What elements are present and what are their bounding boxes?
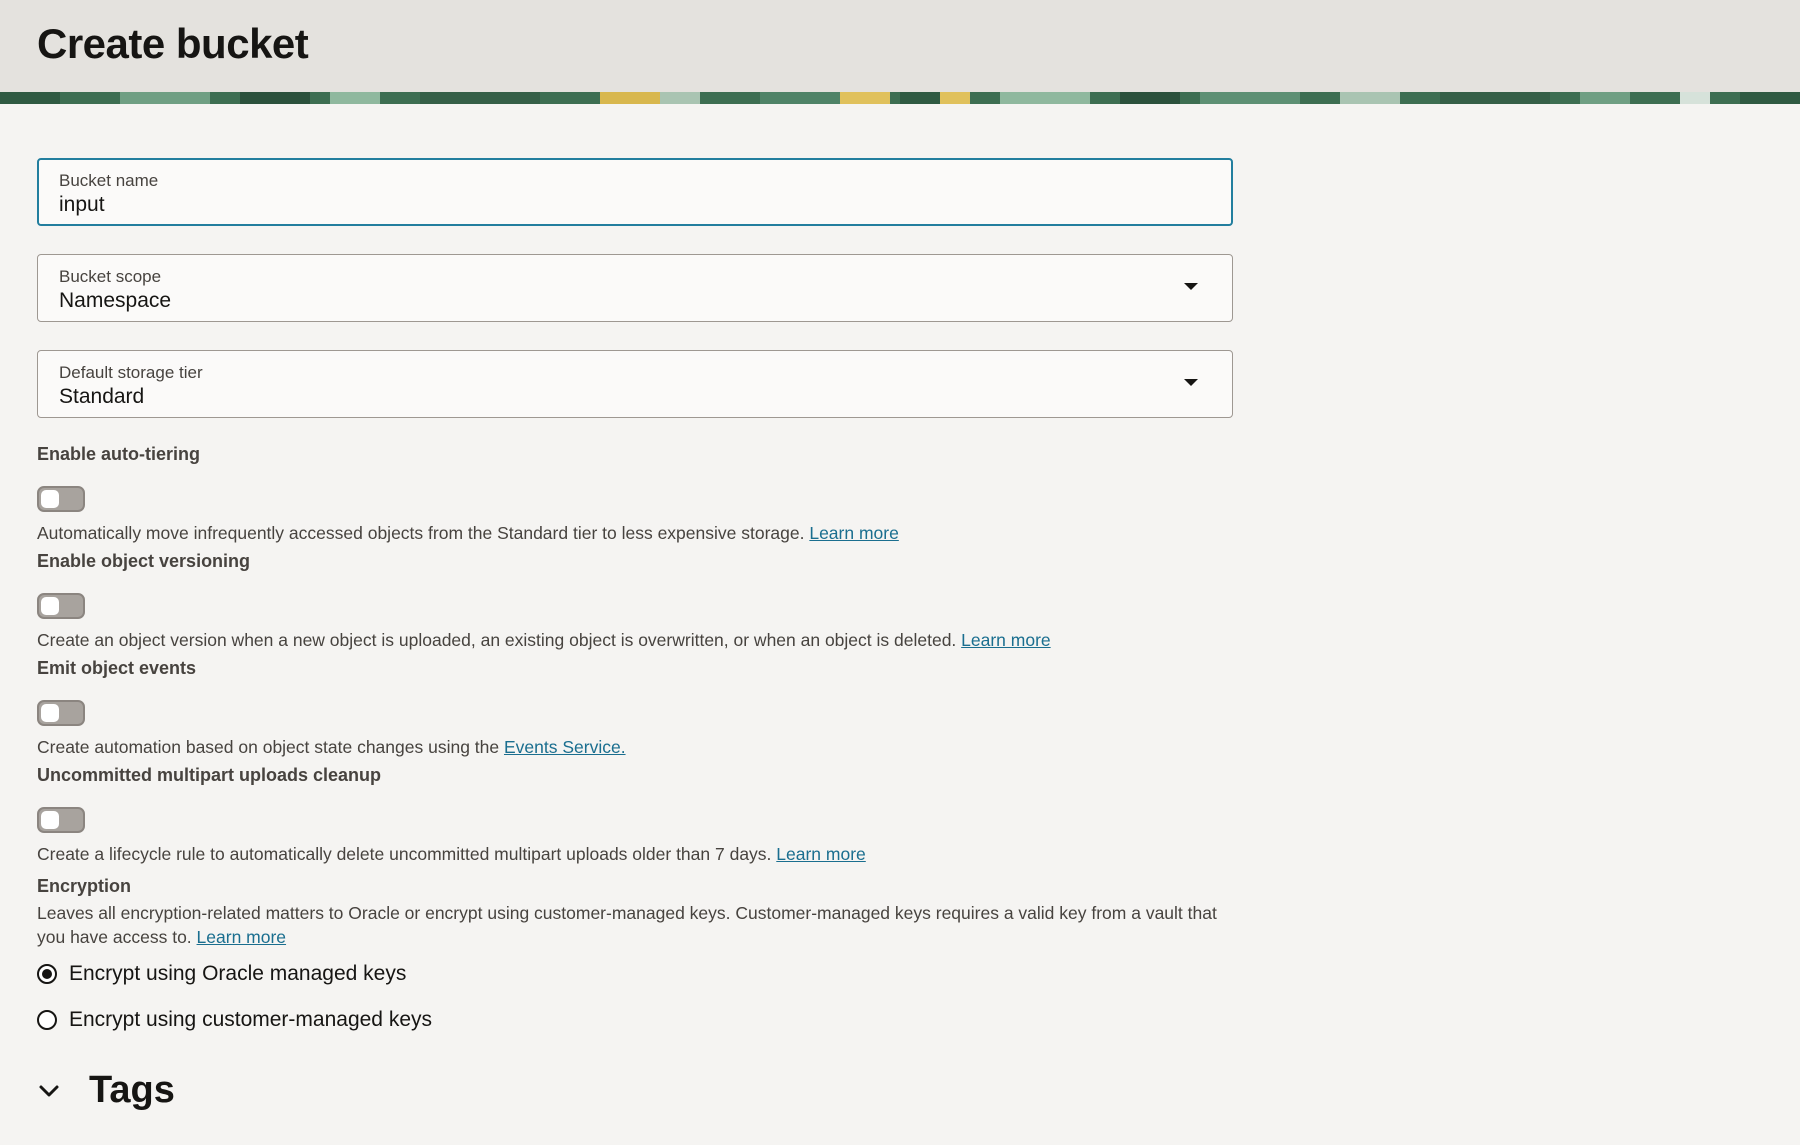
multipart-cleanup-help-text: Create a lifecycle rule to automatically…	[37, 844, 777, 864]
multipart-cleanup-help: Create a lifecycle rule to automatically…	[37, 843, 1233, 865]
radio-button-selected[interactable]	[37, 964, 57, 984]
multipart-cleanup-learn-more-link[interactable]: Learn more	[776, 844, 866, 864]
storage-tier-label: Default storage tier	[59, 363, 203, 382]
page-header: Create bucket	[0, 0, 1800, 104]
multipart-cleanup-toggle[interactable]	[37, 807, 85, 833]
bucket-scope-label: Bucket scope	[59, 267, 162, 286]
auto-tiering-toggle[interactable]	[37, 486, 85, 512]
storage-tier-select[interactable]: Default storage tier Standard	[37, 350, 1233, 418]
decorative-banner	[0, 92, 1800, 104]
tags-section-toggle[interactable]: Tags	[37, 1069, 1233, 1112]
chevron-down-icon[interactable]	[37, 1079, 61, 1103]
object-events-toggle[interactable]	[37, 700, 85, 726]
auto-tiering-help-text: Automatically move infrequently accessed…	[37, 523, 810, 543]
object-events-setting: Emit object events Create automation bas…	[37, 657, 1233, 758]
encryption-description: Leaves all encryption-related matters to…	[37, 901, 1233, 949]
versioning-label: Enable object versioning	[37, 551, 251, 571]
bucket-name-label: Bucket name	[59, 171, 159, 190]
bucket-name-input[interactable]	[59, 193, 1159, 217]
auto-tiering-label: Enable auto-tiering	[37, 444, 201, 464]
radio-oracle-managed-keys[interactable]: Encrypt using Oracle managed keys	[37, 959, 1233, 989]
radio-button[interactable]	[37, 1010, 57, 1030]
auto-tiering-learn-more-link[interactable]: Learn more	[809, 523, 899, 543]
caret-down-icon[interactable]	[1184, 283, 1198, 290]
bucket-scope-value: Namespace	[59, 289, 172, 312]
radio-label: Encrypt using customer-managed keys	[69, 1008, 432, 1031]
object-events-label: Emit object events	[37, 658, 197, 678]
versioning-toggle[interactable]	[37, 593, 85, 619]
events-service-link[interactable]: Events Service.	[504, 737, 626, 757]
object-events-help-text: Create automation based on object state …	[37, 737, 504, 757]
page-title: Create bucket	[37, 20, 309, 67]
auto-tiering-setting: Enable auto-tiering Automatically move i…	[37, 443, 1233, 544]
toggle-knob	[41, 811, 59, 829]
toggle-knob	[41, 490, 59, 508]
radio-customer-managed-keys[interactable]: Encrypt using customer-managed keys	[37, 1005, 1233, 1035]
encryption-learn-more-link[interactable]: Learn more	[197, 927, 287, 947]
encryption-label: Encryption	[37, 876, 132, 896]
toggle-knob	[41, 597, 59, 615]
caret-down-icon[interactable]	[1184, 379, 1198, 386]
tags-section-title: Tags	[89, 1069, 175, 1111]
bucket-scope-select[interactable]: Bucket scope Namespace	[37, 254, 1233, 322]
versioning-setting: Enable object versioning Create an objec…	[37, 550, 1233, 651]
toggle-knob	[41, 704, 59, 722]
create-bucket-form: Bucket name Bucket scope Namespace Defau…	[37, 158, 1233, 1112]
radio-label: Encrypt using Oracle managed keys	[69, 962, 407, 985]
object-events-help: Create automation based on object state …	[37, 736, 1233, 758]
multipart-cleanup-label: Uncommitted multipart uploads cleanup	[37, 765, 382, 785]
versioning-help-text: Create an object version when a new obje…	[37, 630, 962, 650]
storage-tier-value: Standard	[59, 385, 145, 408]
auto-tiering-help: Automatically move infrequently accessed…	[37, 522, 1233, 544]
bucket-name-field[interactable]: Bucket name	[37, 158, 1233, 226]
multipart-cleanup-setting: Uncommitted multipart uploads cleanup Cr…	[37, 764, 1233, 865]
versioning-learn-more-link[interactable]: Learn more	[961, 630, 1051, 650]
versioning-help: Create an object version when a new obje…	[37, 629, 1233, 651]
encryption-section: Encryption Leaves all encryption-related…	[37, 875, 1233, 1035]
